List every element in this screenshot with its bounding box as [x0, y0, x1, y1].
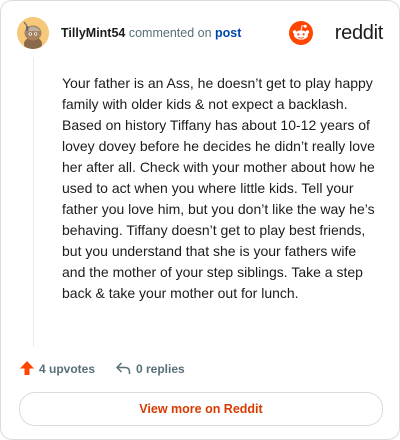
reddit-snoo-icon [289, 21, 313, 45]
comment-embed-card: TillyMint54 commented on post reddit You… [0, 0, 400, 440]
upvote-arrow-icon [20, 361, 34, 375]
reply-count: 0 replies [136, 362, 185, 376]
upvote-count: 4 upvotes [39, 362, 96, 376]
post-link[interactable]: post [215, 26, 241, 40]
username-link[interactable]: TillyMint54 [61, 26, 125, 40]
comment-body: Your father is an Ass, he doesn’t get to… [62, 75, 375, 301]
comment-header: TillyMint54 commented on post reddit [17, 17, 383, 49]
reply-arrow-icon [116, 362, 131, 374]
view-more-button[interactable]: View more on Reddit [19, 392, 383, 426]
user-avatar[interactable] [17, 17, 49, 49]
upvote-button[interactable]: 4 upvotes [19, 359, 99, 379]
avatar-icon [17, 17, 49, 49]
replies-button[interactable]: 0 replies [115, 359, 195, 379]
reddit-wordmark: reddit [334, 22, 384, 44]
thread-line [33, 57, 34, 347]
comment-action-text: commented on [128, 26, 212, 40]
comment-meta: TillyMint54 commented on post [61, 26, 241, 40]
